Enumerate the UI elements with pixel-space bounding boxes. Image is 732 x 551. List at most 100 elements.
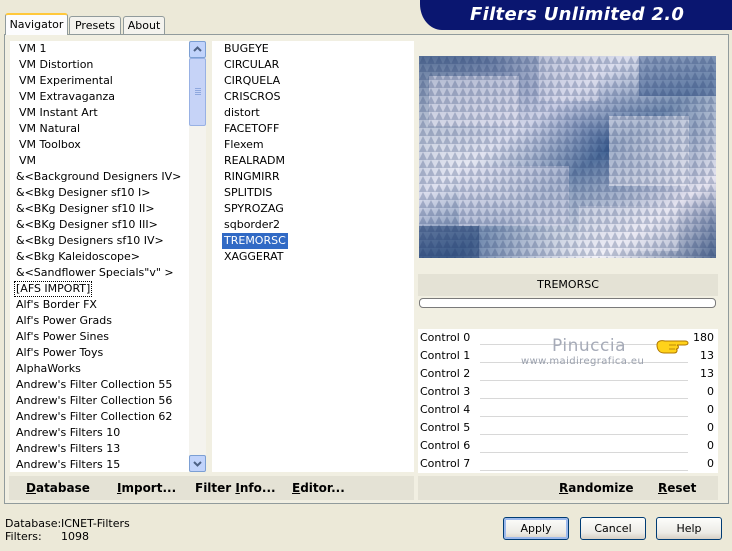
category-item[interactable]: VM Natural bbox=[17, 121, 82, 137]
control-row[interactable]: Control 5 0 bbox=[418, 419, 718, 437]
category-item[interactable]: &<Bkg Designers sf10 IV> bbox=[14, 233, 166, 249]
category-item[interactable]: VM Distortion bbox=[17, 57, 95, 73]
filter-item[interactable]: sqborder2 bbox=[222, 217, 282, 233]
category-item[interactable]: VM Instant Art bbox=[17, 105, 100, 121]
filter-item[interactable]: BUGEYE bbox=[222, 41, 271, 57]
control-value: 0 bbox=[707, 421, 714, 434]
control-slider[interactable] bbox=[480, 380, 688, 381]
progress-bar bbox=[419, 298, 716, 308]
database-button[interactable]: Database bbox=[26, 480, 90, 496]
filter-item[interactable]: XAGGERAT bbox=[222, 249, 285, 265]
chevron-down-icon bbox=[193, 461, 202, 467]
randomize-button[interactable]: Randomize bbox=[559, 480, 633, 496]
category-item[interactable]: AlphaWorks bbox=[14, 361, 83, 377]
category-item[interactable]: VM Experimental bbox=[17, 73, 115, 89]
control-label: Control 4 bbox=[420, 403, 471, 416]
filter-item[interactable]: CRISCROS bbox=[222, 89, 283, 105]
control-row[interactable]: Control 3 0 bbox=[418, 383, 718, 401]
import-button[interactable]: Import... bbox=[117, 480, 176, 496]
control-row[interactable]: Control 2 13 bbox=[418, 365, 718, 383]
category-item[interactable]: &<Bkg Kaleidoscope> bbox=[14, 249, 142, 265]
cancel-button[interactable]: Cancel bbox=[580, 517, 646, 540]
category-item[interactable]: VM bbox=[17, 153, 38, 169]
control-slider[interactable] bbox=[480, 398, 688, 399]
status-database-value: ICNET-Filters bbox=[61, 517, 130, 530]
filter-item[interactable]: Flexem bbox=[222, 137, 266, 153]
selected-filter-name: TREMORSC bbox=[418, 274, 718, 296]
help-button[interactable]: Help bbox=[656, 517, 722, 540]
control-value: 13 bbox=[700, 349, 714, 362]
control-slider[interactable] bbox=[480, 470, 688, 471]
control-label: Control 7 bbox=[420, 457, 471, 470]
chevron-up-icon bbox=[193, 46, 202, 52]
filter-preview bbox=[419, 56, 716, 258]
control-slider[interactable] bbox=[480, 452, 688, 453]
category-item[interactable]: Alf's Power Grads bbox=[14, 313, 114, 329]
category-item[interactable]: Andrew's Filter Collection 56 bbox=[14, 393, 174, 409]
editor-button[interactable]: Editor... bbox=[292, 480, 345, 496]
tab-about[interactable]: About bbox=[123, 16, 165, 34]
scroll-thumb[interactable] bbox=[189, 58, 206, 126]
filter-item[interactable]: FACETOFF bbox=[222, 121, 281, 137]
control-row[interactable]: Control 6 0 bbox=[418, 437, 718, 455]
tab-presets[interactable]: Presets bbox=[69, 16, 121, 34]
category-item[interactable]: Andrew's Filters 10 bbox=[14, 425, 122, 441]
scroll-up-button[interactable] bbox=[189, 41, 206, 58]
reset-button[interactable]: Reset bbox=[658, 480, 696, 496]
filter-item[interactable]: distort bbox=[222, 105, 262, 121]
control-label: Control 3 bbox=[420, 385, 471, 398]
watermark-url: www.maidiregrafica.eu bbox=[521, 356, 645, 367]
category-item[interactable]: Andrew's Filters 13 bbox=[14, 441, 122, 457]
category-item[interactable]: [AFS IMPORT] bbox=[14, 281, 93, 297]
control-label: Control 6 bbox=[420, 439, 471, 452]
status-filters-value: 1098 bbox=[61, 530, 89, 543]
category-item[interactable]: VM 1 bbox=[17, 41, 49, 57]
filter-item[interactable]: SPYROZAG bbox=[222, 201, 286, 217]
category-scrollbar[interactable] bbox=[189, 41, 206, 472]
control-value: 0 bbox=[707, 457, 714, 470]
category-item[interactable]: &<BKg Designer sf10 III> bbox=[14, 217, 160, 233]
category-item[interactable]: Alf's Power Toys bbox=[14, 345, 105, 361]
preview-image bbox=[419, 56, 716, 258]
filter-info-button[interactable]: Filter Info... bbox=[195, 480, 276, 496]
control-slider[interactable] bbox=[480, 434, 688, 435]
category-item[interactable]: VM Extravaganza bbox=[17, 89, 117, 105]
category-item[interactable]: Andrew's Filter Collection 55 bbox=[14, 377, 174, 393]
category-item[interactable]: Andrew's Filters 15 bbox=[14, 457, 122, 472]
watermark-name: Pinuccia bbox=[552, 336, 626, 356]
control-row[interactable]: Control 7 0 bbox=[418, 455, 718, 473]
window-title: Filters Unlimited 2.0 bbox=[470, 4, 685, 25]
control-label: Control 2 bbox=[420, 367, 471, 380]
control-value: 13 bbox=[700, 367, 714, 380]
category-item[interactable]: &<Background Designers IV> bbox=[14, 169, 183, 185]
category-item[interactable]: Andrew's Filter Collection 62 bbox=[14, 409, 174, 425]
control-slider[interactable] bbox=[480, 416, 688, 417]
control-value: 0 bbox=[707, 385, 714, 398]
category-list[interactable]: VM 1 VM Distortion VM Experimental VM Extra… bbox=[10, 41, 189, 472]
category-item[interactable]: &<BKg Designer sf10 II> bbox=[14, 201, 157, 217]
filter-list[interactable]: BUGEYE CIRCULAR CIRQUELA CRISCROS distort FAC… bbox=[212, 41, 414, 472]
scroll-down-button[interactable] bbox=[189, 455, 206, 472]
filter-item[interactable]: REALRADM bbox=[222, 153, 287, 169]
apply-button[interactable]: Apply bbox=[503, 517, 569, 540]
pointing-hand-icon bbox=[656, 340, 689, 354]
category-item[interactable]: VM Toolbox bbox=[17, 137, 83, 153]
control-value: 180 bbox=[693, 331, 714, 344]
category-item[interactable]: Alf's Border FX bbox=[14, 297, 99, 313]
category-item[interactable]: &<Sandflower Specials"v" > bbox=[14, 265, 176, 281]
control-label: Control 1 bbox=[420, 349, 471, 362]
control-row[interactable]: Control 4 0 bbox=[418, 401, 718, 419]
control-label: Control 0 bbox=[420, 331, 471, 344]
category-item[interactable]: &<Bkg Designer sf10 I> bbox=[14, 185, 153, 201]
filter-item[interactable]: CIRCULAR bbox=[222, 57, 281, 73]
filter-item[interactable]: CIRQUELA bbox=[222, 73, 282, 89]
status-database-label: Database: bbox=[5, 517, 62, 530]
filter-item[interactable]: RINGMIRR bbox=[222, 169, 282, 185]
control-value: 0 bbox=[707, 403, 714, 416]
filter-item[interactable]: SPLITDIS bbox=[222, 185, 274, 201]
category-item[interactable]: Alf's Power Sines bbox=[14, 329, 111, 345]
filter-item[interactable]: TREMORSC bbox=[222, 233, 288, 249]
control-value: 0 bbox=[707, 439, 714, 452]
status-filters-label: Filters: bbox=[5, 530, 42, 543]
tab-navigator[interactable]: Navigator bbox=[5, 13, 68, 35]
